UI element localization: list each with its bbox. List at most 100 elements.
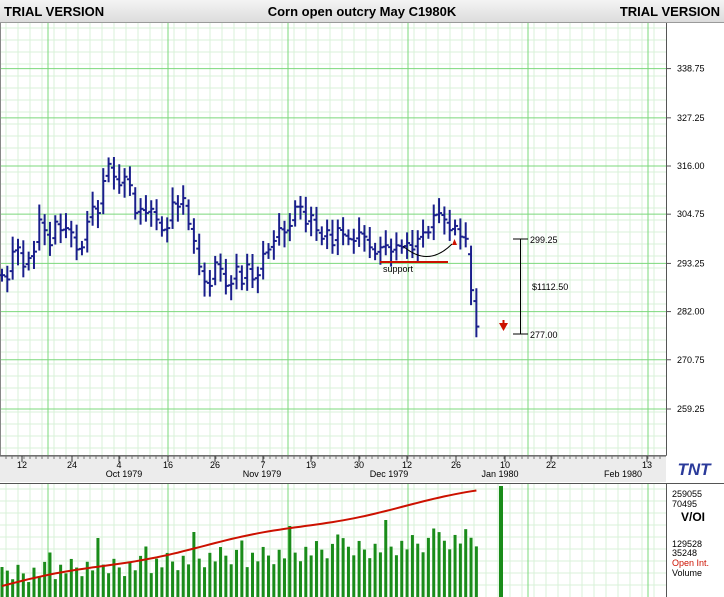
price-bar [41, 214, 48, 246]
price-bar [100, 168, 107, 215]
buy-arrow-marker [452, 239, 457, 245]
volume-bar [474, 546, 478, 597]
price-bar [420, 219, 427, 248]
price-bar [265, 243, 272, 259]
price-axis-label: 270.75 [677, 355, 705, 365]
volume-bar [373, 543, 377, 597]
price-bar [30, 240, 37, 269]
volume-bar [43, 561, 47, 597]
volume-bar [128, 561, 132, 597]
price-bar [244, 253, 251, 291]
price-bar [9, 236, 16, 280]
volume-bar [59, 564, 63, 597]
date-axis-day-label: 24 [67, 460, 77, 470]
price-bar [190, 218, 197, 254]
volume-bar [277, 549, 281, 597]
volume-bar [421, 552, 425, 597]
price-bar [318, 226, 325, 246]
volume-bar [69, 558, 73, 597]
volume-bar [267, 555, 270, 597]
volume-bar [394, 555, 398, 597]
volume-bar [149, 573, 153, 597]
price-bar [62, 213, 69, 239]
date-axis-day-label: 22 [546, 460, 556, 470]
chart-canvas[interactable]: support 299.25 277.00 $1112.50 338.75 327.25… [0, 0, 724, 597]
volume-bar [171, 561, 175, 597]
volume-axis-label: 35248 [672, 548, 697, 558]
price-bar [452, 219, 459, 236]
date-axis-day-label: 26 [451, 460, 461, 470]
volume-bar [75, 567, 79, 597]
price-axis-bg [666, 22, 724, 455]
price-bar [222, 258, 229, 295]
range-high-label: 299.25 [530, 235, 558, 245]
price-bar [57, 213, 64, 244]
price-bar [4, 265, 11, 293]
volume-bar [155, 558, 159, 597]
price-bar [238, 265, 245, 291]
volume-bar [91, 570, 95, 597]
price-bar [313, 206, 320, 241]
volume-bar [176, 570, 180, 597]
price-axis-label: 293.25 [677, 258, 705, 268]
price-bar [430, 204, 437, 241]
trial-version-right: TRIAL VERSION [619, 4, 720, 19]
volume-bar [160, 567, 164, 597]
volume-label: Volume [672, 568, 702, 578]
price-bar [340, 217, 347, 246]
volume-bar [251, 552, 255, 597]
volume-bar [229, 564, 233, 597]
volume-bar [27, 582, 31, 597]
price-bar [372, 242, 379, 261]
volume-bar [389, 546, 393, 597]
volume-bar [37, 576, 41, 597]
volume-bar [80, 576, 84, 597]
volume-bar [464, 529, 468, 597]
volume-bar [21, 573, 25, 597]
price-bar [249, 253, 256, 289]
volume-bar [298, 561, 302, 597]
price-bar [73, 224, 80, 261]
price-panel-border [0, 22, 667, 456]
date-axis-day-label: 19 [306, 460, 316, 470]
volume-bar [192, 532, 196, 597]
date-axis-month-label: Oct 1979 [106, 469, 143, 479]
volume-bar [187, 564, 191, 597]
volume-axis-label: 70495 [672, 499, 697, 509]
volume-bar [325, 558, 329, 597]
volume-panel: 2590557049512952835248V/OIOpen Int.Volum… [0, 483, 724, 597]
volume-bar [469, 537, 473, 597]
price-bar [292, 200, 299, 227]
volume-bar [224, 555, 228, 597]
volume-bar [197, 558, 201, 597]
volume-bar [293, 552, 297, 597]
volume-bar [410, 535, 414, 597]
volume-bar [11, 579, 15, 597]
date-axis-month-label: Jan 1980 [481, 469, 518, 479]
volume-bar [32, 567, 36, 597]
volume-bar-last [499, 486, 503, 597]
price-bar [334, 219, 341, 256]
axes: 338.75 327.25 316.00 304.75 293.25 282.00 270.… [0, 64, 724, 482]
price-bar [180, 185, 187, 215]
volume-bar [400, 540, 404, 597]
price-bar [20, 240, 27, 278]
date-axis-day-label: 26 [210, 460, 220, 470]
price-bar [132, 187, 139, 220]
volume-bar [368, 558, 372, 597]
tnt-logo-mark: TNT [677, 460, 712, 479]
title-bar: TRIAL VERSION Corn open outcry May C1980… [0, 0, 724, 23]
volume-bar [362, 549, 366, 597]
price-bar [404, 232, 411, 259]
volume-bar [437, 532, 441, 597]
volume-bar [384, 520, 388, 597]
volume-bar [448, 549, 452, 597]
volume-bar [208, 552, 212, 597]
volume-bar [117, 567, 121, 597]
date-axis-month-label: Nov 1979 [243, 469, 282, 479]
volume-bar [53, 579, 57, 597]
price-axis-label: 259.25 [677, 404, 705, 414]
volume-bar [336, 534, 340, 597]
volume-bar [458, 543, 462, 597]
volume-bar [101, 564, 105, 597]
